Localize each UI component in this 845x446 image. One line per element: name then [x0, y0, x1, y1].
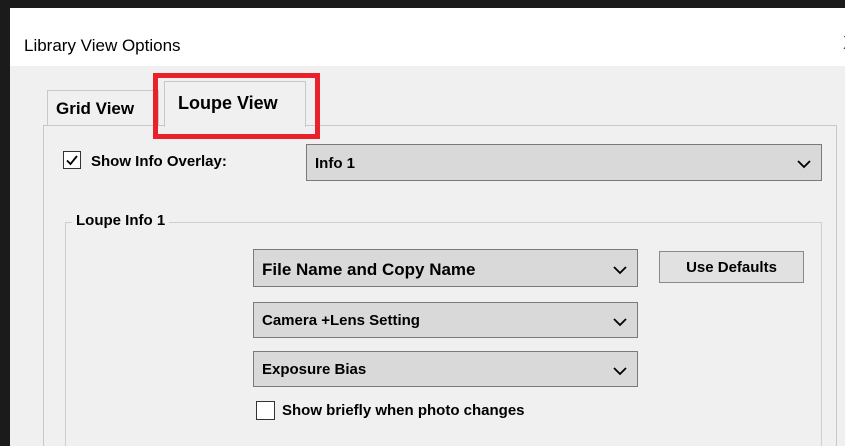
window-title: Library View Options	[24, 36, 181, 55]
chevron-down-icon	[613, 266, 627, 275]
loupe-info-group-label: Loupe Info 1	[72, 212, 170, 229]
tab-grid-view-label: Grid View	[56, 99, 135, 118]
info-overlay-value: Info 1	[315, 155, 355, 172]
show-briefly-label[interactable]: Show briefly when photo changes	[282, 402, 525, 419]
title-bar[interactable]: Library View Options X	[10, 8, 845, 66]
loupe-info-field-2-select[interactable]: Camera +Lens Setting	[253, 302, 638, 338]
show-briefly-checkbox[interactable]	[256, 401, 275, 420]
show-info-overlay-label[interactable]: Show Info Overlay:	[91, 153, 227, 170]
tab-grid-view[interactable]: Grid View	[47, 90, 159, 126]
use-defaults-button[interactable]: Use Defaults	[659, 251, 804, 283]
loupe-info-field-3-select[interactable]: Exposure Bias	[253, 351, 638, 387]
loupe-info-field-1-select[interactable]: File Name and Copy Name	[253, 249, 638, 287]
window-frame-top	[0, 0, 845, 8]
loupe-info-field-1-value: File Name and Copy Name	[262, 260, 476, 279]
show-info-overlay-checkbox[interactable]	[63, 151, 81, 169]
use-defaults-label: Use Defaults	[686, 259, 777, 276]
tab-loupe-view[interactable]: Loupe View	[164, 81, 306, 127]
loupe-info-field-3-value: Exposure Bias	[262, 361, 367, 378]
tab-loupe-view-label: Loupe View	[178, 93, 278, 113]
window-frame-left	[0, 0, 10, 446]
info-overlay-select[interactable]: Info 1	[306, 144, 822, 181]
chevron-down-icon	[613, 318, 627, 327]
chevron-down-icon	[797, 160, 811, 169]
loupe-info-field-2-value: Camera +Lens Setting	[262, 312, 420, 329]
check-icon	[66, 155, 78, 166]
chevron-down-icon	[613, 367, 627, 376]
